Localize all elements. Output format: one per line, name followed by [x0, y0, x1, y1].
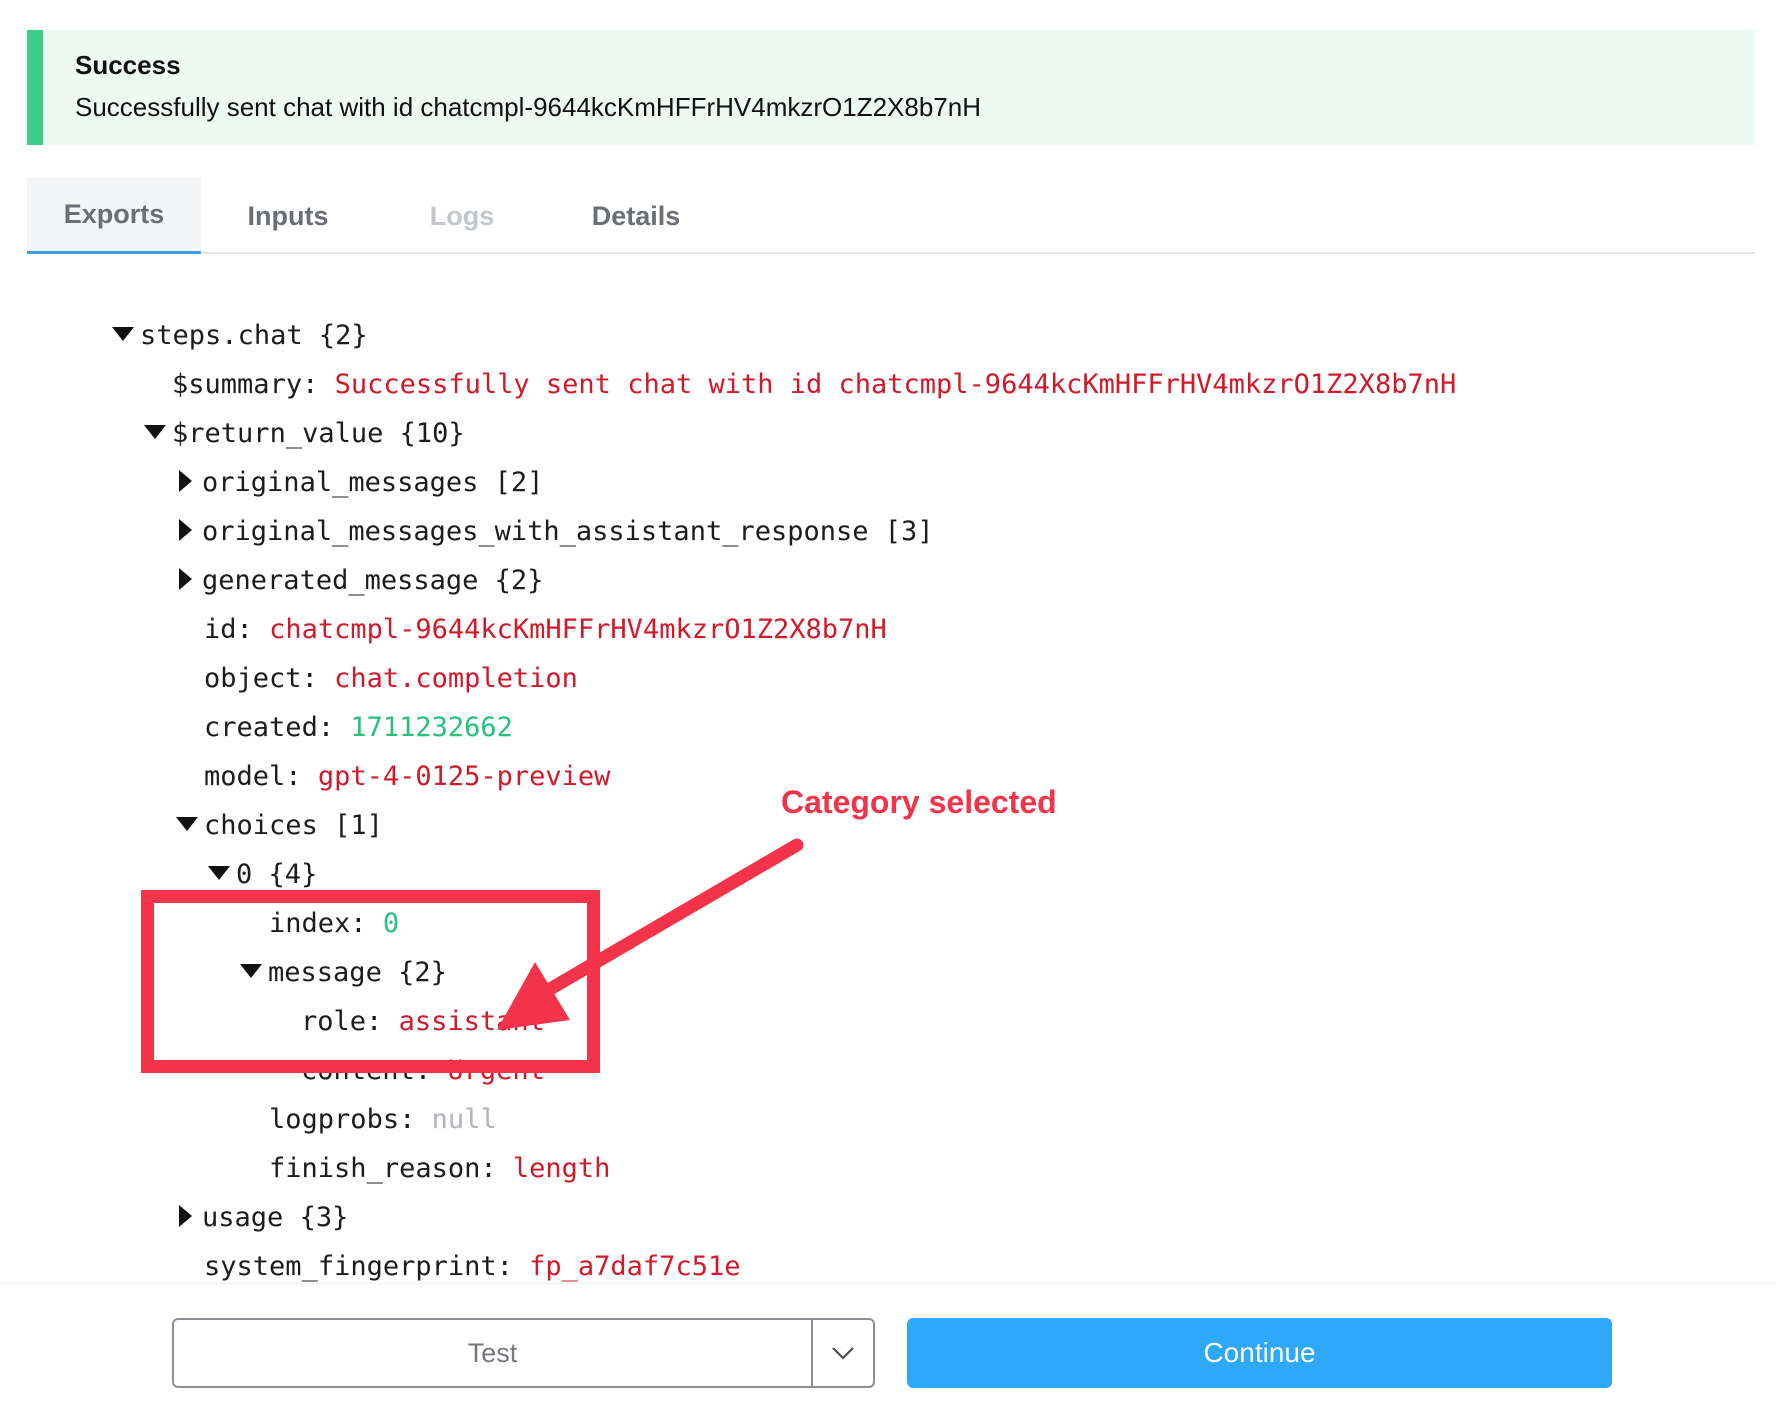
node-count: [3] — [868, 516, 934, 547]
banner-message: Successfully sent chat with id chatcmpl-… — [75, 92, 981, 122]
tab-exports[interactable]: Exports — [27, 178, 201, 254]
leaf-value: Successfully sent chat with id chatcmpl-… — [334, 369, 1457, 400]
annotation-label: Category selected — [781, 784, 1057, 820]
tree-leaf-id: id: chatcmpl-9644kcKmHFFrHV4mkzrO1Z2X8b7… — [139, 570, 887, 645]
tree-node-return-value[interactable]: $return_value {10} — [79, 374, 465, 449]
leaf-value: length — [512, 1153, 611, 1184]
tree-leaf-finish-reason: finish_reason: length — [204, 1109, 610, 1184]
continue-button[interactable]: Continue — [907, 1318, 1612, 1388]
tree-node-usage[interactable]: usage {3} — [114, 1158, 348, 1233]
tree-node-choice-0[interactable]: 0 {4} — [143, 815, 317, 890]
tree-node-steps-chat[interactable]: steps.chat {2} — [47, 276, 368, 351]
tab-inputs[interactable]: Inputs — [201, 178, 375, 254]
test-split-button: Test — [172, 1318, 875, 1388]
tree-leaf-model: model: gpt-4-0125-preview — [139, 717, 610, 792]
tree-node-original-messages[interactable]: original_messages [2] — [114, 423, 543, 498]
tree-node-choices[interactable]: choices [1] — [111, 766, 383, 841]
banner-title: Success — [75, 50, 181, 80]
tab-bar: Exports Inputs Logs Details — [27, 178, 1755, 254]
chevron-down-icon — [832, 1347, 854, 1360]
tree-leaf-summary: $summary: Successfully sent chat with id… — [107, 325, 1456, 400]
tree-node-generated-message[interactable]: generated_message {2} — [114, 521, 543, 596]
tree-leaf-object: object: chat.completion — [139, 619, 578, 694]
tab-details[interactable]: Details — [549, 178, 723, 254]
success-accent-bar — [27, 30, 43, 145]
leaf-value: fp_a7daf7c51e — [529, 1251, 741, 1282]
tree-node-original-messages-with-assistant-response[interactable]: original_messages_with_assistant_respons… — [114, 472, 934, 547]
tree-leaf-system-fingerprint: system_fingerprint: fp_a7daf7c51e — [139, 1207, 740, 1282]
leaf-key: system_fingerprint: — [204, 1251, 530, 1282]
success-banner: Success Successfully sent chat with id c… — [27, 30, 1755, 145]
tree-leaf-created: created: 1711232662 — [139, 668, 513, 743]
tab-logs: Logs — [429, 200, 495, 231]
test-options-dropdown[interactable] — [813, 1320, 873, 1386]
annotation-highlight-box — [141, 890, 600, 1073]
node-count: [1] — [317, 810, 383, 841]
footer-divider — [0, 1283, 1776, 1284]
test-button[interactable]: Test — [174, 1320, 811, 1386]
